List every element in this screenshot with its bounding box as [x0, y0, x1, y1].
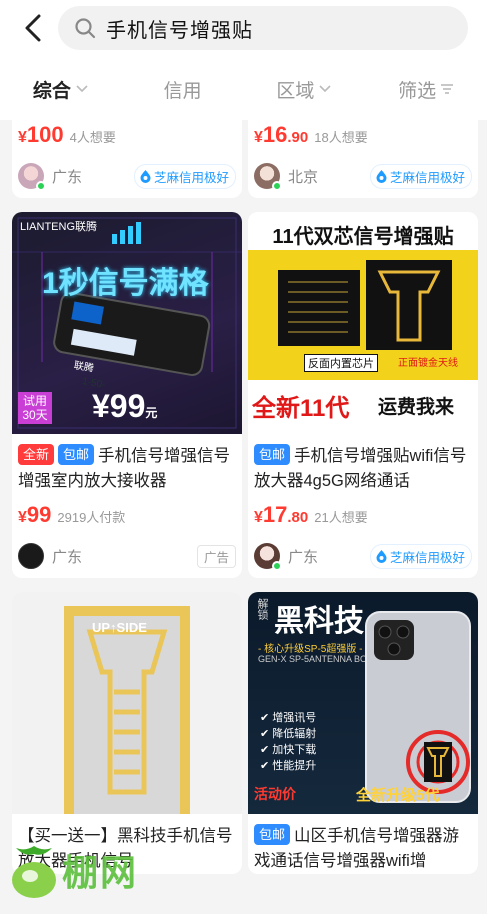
- product-title[interactable]: 全新 包邮 手机信号增强信号增强室内放大接收器: [12, 434, 242, 494]
- trial-badge: 试用 30天: [18, 392, 52, 424]
- chevron-down-icon: [76, 85, 88, 93]
- online-dot: [272, 561, 282, 571]
- product-title[interactable]: 包邮 山区手机信号增强器游戏通话信号增强器wifi增: [248, 814, 478, 874]
- feature-list: ✔ 增强讯号 ✔ 降低辐射 ✔ 加快下载 ✔ 性能提升: [260, 710, 316, 774]
- feature-item: ✔ 性能提升: [260, 760, 317, 772]
- seller-location: 北京: [288, 168, 319, 186]
- caption-right: 正面镀金天线: [398, 358, 458, 369]
- filter-label: 综合: [32, 80, 71, 102]
- search-query: 手机信号增强贴: [106, 19, 253, 42]
- caption-left: 反面内置芯片: [304, 354, 378, 372]
- product-card[interactable]: 11代双芯信号增强贴 反面内置芯片 正面镀金天线 全新11代 运费我来 包邮 手机…: [248, 212, 478, 578]
- filter-region[interactable]: 区域: [244, 58, 366, 120]
- seller-location: 广东: [52, 548, 83, 566]
- product-image[interactable]: 11代双芯信号增强贴 反面内置芯片 正面镀金天线 全新11代 运费我来: [248, 212, 478, 434]
- product-image[interactable]: LIANTENG联腾 1秒信号满格 联腾 1-50- 试用 30天 ¥99元: [12, 212, 242, 434]
- filter-label: 筛选: [398, 80, 437, 102]
- want-count: 18人想要: [314, 130, 368, 145]
- price-row: ¥17.80 21人想要: [248, 494, 478, 534]
- seller-row: 广东 广告: [12, 534, 242, 578]
- avatar[interactable]: [18, 543, 44, 569]
- credit-badge: 芝麻信用极好: [369, 543, 472, 569]
- credit-badge: 芝麻信用极好: [133, 163, 236, 189]
- want-count: 4人想要: [69, 130, 116, 145]
- filter-bar: 综合 信用 区域 筛选: [0, 58, 487, 120]
- watermark: 棚网: [8, 840, 138, 900]
- avatar[interactable]: [18, 163, 46, 191]
- search-input[interactable]: 手机信号增强贴: [58, 6, 468, 50]
- image-banner-2: 运费我来: [378, 397, 455, 418]
- want-count: 21人想要: [314, 510, 368, 525]
- price-row: ¥16.90 18人想要: [248, 120, 478, 154]
- credit-label: 芝麻信用极好: [153, 170, 229, 185]
- watermark-text: 棚网: [62, 852, 139, 893]
- product-card[interactable]: LIANTENG联腾 1秒信号满格 联腾 1-50- 试用 30天 ¥99元 全新…: [12, 212, 242, 578]
- price-row: ¥100 4人想要: [12, 120, 242, 154]
- filter-credit[interactable]: 信用: [122, 58, 244, 120]
- seller-row: 广东 芝麻信用极好: [248, 534, 478, 578]
- coconut-logo-icon: [12, 846, 56, 898]
- price: ¥17.80: [254, 502, 309, 527]
- filter-screen[interactable]: 筛选: [365, 58, 487, 120]
- credit-label: 芝麻信用极好: [389, 170, 465, 185]
- sold-count: 2919人付款: [57, 510, 126, 525]
- online-dot: [272, 181, 282, 191]
- new-tag: 全新: [18, 444, 55, 465]
- image-banner: 全新升级5代: [356, 787, 440, 804]
- feature-item: ✔ 加快下载: [260, 744, 317, 756]
- chevron-down-icon: [319, 85, 331, 93]
- filter-icon: [441, 84, 454, 94]
- free-shipping-tag: 包邮: [58, 444, 95, 465]
- filter-label: 区域: [276, 80, 315, 102]
- sesame-credit-icon: [376, 550, 387, 563]
- device-label: 联腾: [72, 360, 95, 375]
- price: ¥99: [18, 502, 52, 527]
- product-card[interactable]: ¥16.90 18人想要 北京 芝麻信用极好: [248, 120, 478, 198]
- chevron-left-icon: [25, 14, 41, 42]
- price: ¥16.90: [254, 122, 309, 147]
- search-icon: [75, 18, 96, 39]
- online-dot: [36, 181, 46, 191]
- feature-item: ✔ 增强讯号: [260, 712, 317, 724]
- image-banner: 全新11代: [252, 395, 350, 422]
- credit-label: 芝麻信用极好: [389, 550, 465, 565]
- product-image[interactable]: 解锁 黑科技 - 核心升级SP-5超强版 - GEN-X SP-5ANTENNA…: [248, 592, 478, 814]
- back-button[interactable]: [18, 12, 50, 44]
- avatar[interactable]: [254, 543, 282, 571]
- price-row: ¥99 2919人付款: [12, 494, 242, 534]
- top-bar: 手机信号增强贴: [0, 0, 487, 58]
- product-title[interactable]: 包邮 手机信号增强贴wifi信号放大器4g5G网络通话: [248, 434, 478, 494]
- avatar[interactable]: [254, 163, 282, 191]
- seller-location: 广东: [52, 168, 83, 186]
- seller-row: 广东 芝麻信用极好: [12, 154, 242, 198]
- sesame-credit-icon: [140, 170, 151, 183]
- price: ¥100: [18, 122, 64, 147]
- free-shipping-tag: 包邮: [254, 824, 291, 845]
- free-shipping-tag: 包邮: [254, 444, 291, 465]
- filter-comprehensive[interactable]: 综合: [0, 58, 122, 120]
- image-label: UP↑SIDE: [92, 620, 147, 635]
- seller-row: 北京 芝麻信用极好: [248, 154, 478, 198]
- image-promo: 活动价: [254, 786, 296, 802]
- feature-item: ✔ 降低辐射: [260, 728, 317, 740]
- credit-badge: 芝麻信用极好: [369, 163, 472, 189]
- product-card[interactable]: ¥100 4人想要 广东 芝麻信用极好: [12, 120, 242, 198]
- product-card[interactable]: UP↑SIDE 【买一送一】黑科技手机信号放大器手机信号: [12, 592, 242, 874]
- seller-location: 广东: [288, 548, 319, 566]
- image-price: ¥99元: [92, 388, 158, 424]
- image-headline: 1秒信号满格: [42, 267, 209, 300]
- sesame-credit-icon: [376, 170, 387, 183]
- ad-label[interactable]: 广告: [196, 544, 236, 568]
- filter-label: 信用: [163, 80, 202, 102]
- product-column-right: ¥16.90 18人想要 北京 芝麻信用极好 11代双芯信号增强贴 反面内置芯片: [248, 120, 478, 888]
- product-card[interactable]: 解锁 黑科技 - 核心升级SP-5超强版 - GEN-X SP-5ANTENNA…: [248, 592, 478, 874]
- product-image[interactable]: UP↑SIDE: [12, 592, 242, 814]
- product-column-left: ¥100 4人想要 广东 芝麻信用极好 LIANTENG联腾 1秒信号满格 联腾…: [12, 120, 242, 888]
- brand-label: LIANTENG联腾: [20, 221, 98, 233]
